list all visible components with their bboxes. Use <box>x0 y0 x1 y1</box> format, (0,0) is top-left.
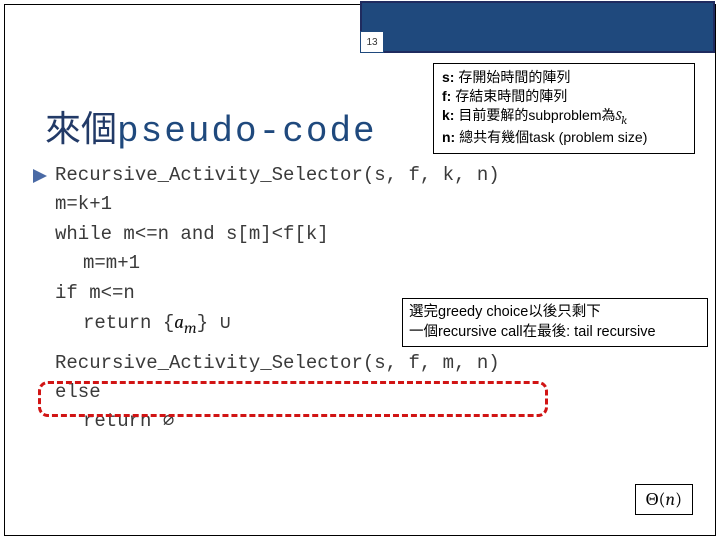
page-number: 13 <box>360 31 384 53</box>
note-line: 一個recursive call在最後: tail recursive <box>409 323 701 343</box>
legend-row-f: f: 存結束時間的陣列 <box>442 87 686 106</box>
code-text: return { <box>83 312 174 334</box>
legend-key: f: <box>442 88 451 104</box>
code-text: } ∪ <box>197 312 231 334</box>
legend-desc: 目前要解的subproblem為 <box>458 107 615 123</box>
legend-desc: 存結束時間的陣列 <box>455 88 567 104</box>
slide-frame: 13 來個pseudo-code s: 存開始時間的陣列 f: 存結束時間的陣列… <box>4 4 716 536</box>
legend-key: n: <box>442 129 455 145</box>
top-banner <box>360 1 715 53</box>
legend-desc: 總共有幾個task (problem size) <box>459 129 647 145</box>
page-number-text: 13 <box>366 37 377 48</box>
legend-key: k: <box>442 107 454 123</box>
title-cjk: 來個 <box>45 100 117 152</box>
note-line: 選完greedy choice以後只剩下 <box>409 303 701 323</box>
code-line: m=m+1 <box>55 249 500 278</box>
legend-row-k: k: 目前要解的subproblem為Sk <box>442 106 686 129</box>
legend-row-s: s: 存開始時間的陣列 <box>442 68 686 87</box>
code-line-highlighted: Recursive_Activity_Selector(s, f, m, n) <box>55 349 500 378</box>
close-paren: ) <box>675 489 682 510</box>
complexity-var: n <box>666 489 676 510</box>
slide-title: 來個pseudo-code <box>45 100 377 152</box>
legend-sub: k <box>621 114 627 127</box>
code-line: Recursive_Activity_Selector(s, f, k, n) <box>55 161 500 190</box>
legend-box: s: 存開始時間的陣列 f: 存結束時間的陣列 k: 目前要解的subprobl… <box>433 63 695 154</box>
highlight-dashed-box <box>38 381 548 417</box>
code-line: m=k+1 <box>55 190 500 219</box>
complexity-box: Θ(n) <box>635 484 693 515</box>
theta: Θ( <box>646 489 666 510</box>
code-math: a <box>174 311 184 333</box>
legend-row-n: n: 總共有幾個task (problem size) <box>442 128 686 147</box>
legend-key: s: <box>442 69 454 85</box>
legend-desc: 存開始時間的陣列 <box>458 69 570 85</box>
code-sub: m <box>184 319 197 337</box>
bullet-arrow-icon <box>33 169 47 183</box>
code-line: while m<=n and s[m]<f[k] <box>55 220 500 249</box>
annotation-box: 選完greedy choice以後只剩下 一個recursive call在最後… <box>402 298 708 347</box>
title-latin: pseudo-code <box>117 111 377 152</box>
